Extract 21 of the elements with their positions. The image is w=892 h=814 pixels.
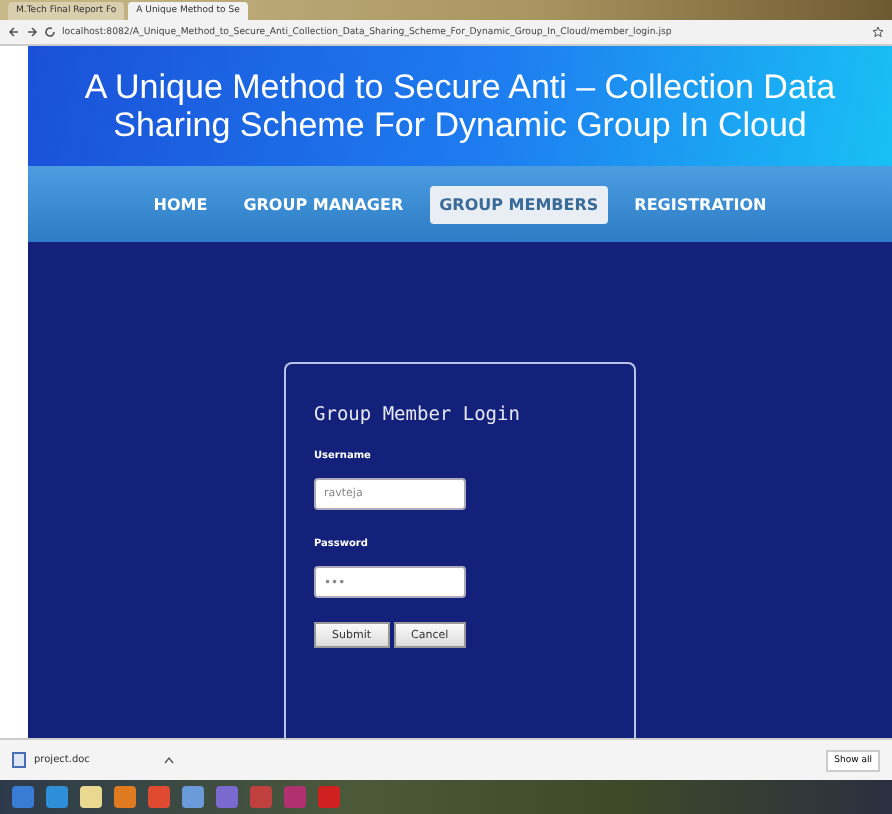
taskbar-app-icon[interactable]: [250, 786, 272, 808]
taskbar-app-icon[interactable]: [318, 786, 340, 808]
site-title: A Unique Method to Secure Anti – Collection Data Sharing Scheme For Dynamic Group In Cloud: [82, 68, 838, 144]
nav-link[interactable]: HOME: [143, 185, 218, 223]
nav-link[interactable]: REGISTRATION: [624, 185, 777, 223]
reload-icon[interactable]: [44, 26, 56, 38]
caret-icon[interactable]: [164, 756, 174, 764]
taskbar-app-icon[interactable]: [12, 786, 34, 808]
taskbar-app-icon[interactable]: [182, 786, 204, 808]
star-icon[interactable]: [872, 26, 884, 38]
taskbar-app-icon[interactable]: [46, 786, 68, 808]
back-icon[interactable]: [8, 26, 20, 38]
nav-link[interactable]: GROUP MANAGER: [233, 185, 414, 223]
nav-link[interactable]: GROUP MEMBERS: [429, 185, 609, 223]
document-icon: [12, 752, 26, 768]
taskbar-app-icon[interactable]: [216, 786, 238, 808]
taskbar-app-icon[interactable]: [148, 786, 170, 808]
forward-icon[interactable]: [26, 26, 38, 38]
taskbar-app-icon[interactable]: [114, 786, 136, 808]
taskbar-app-icon[interactable]: [80, 786, 102, 808]
login-title: Group Member Login: [314, 404, 522, 426]
